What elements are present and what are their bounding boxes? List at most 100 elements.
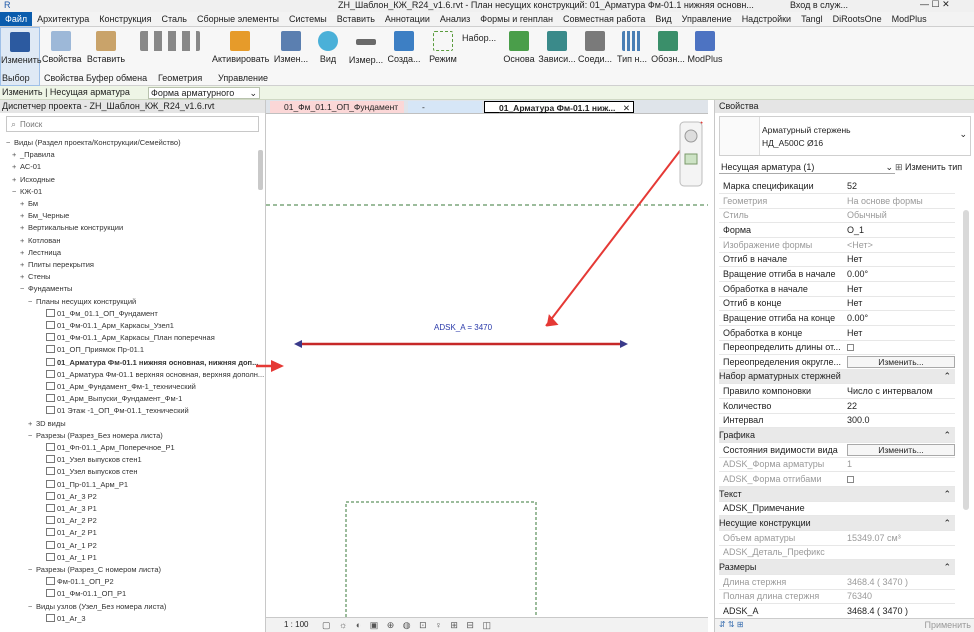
property-section-header[interactable]: Графика ⌃ [719,428,955,444]
tree-view-item[interactable]: 01_Аг_3 Р2 [46,491,97,503]
edit-button[interactable]: Изменить... [847,355,955,368]
menu-item-1[interactable]: Архитектура [32,12,94,26]
property-value[interactable]: 3468.4 ( 3470 ) [847,575,957,590]
menu-item-15[interactable]: DiRootsOne [828,12,887,26]
menu-item-4[interactable]: Сборные элементы [192,12,284,26]
collapse-icon[interactable]: ⌃ [943,428,951,443]
property-row[interactable]: Марка спецификации 52 [719,179,955,194]
tree-view-item[interactable]: 01_Аг_2 Р2 [46,515,97,527]
tree-folder-item[interactable]: + Бм [20,198,38,210]
menu-item-0[interactable]: Файл [0,12,33,26]
tree-folder-item[interactable]: + Лестница [20,247,61,259]
expand-icon[interactable]: + [28,418,36,430]
expand-icon[interactable]: + [20,247,28,259]
browser-search[interactable]: ⌕ [6,116,259,132]
tree-folder-item[interactable]: + Вертикальные конструкции [20,222,123,234]
property-row[interactable]: Количество 22 [719,399,955,414]
tree-view-item[interactable]: 01_Арматура Фм-01.1 верхняя основная, ве… [46,369,264,381]
menu-item-11[interactable]: Вид [650,12,676,26]
type-selector[interactable]: Арматурный стержень НД_А500С Ø16 ⌄ [719,116,971,156]
property-value[interactable]: Нет [847,252,957,267]
expand-icon[interactable]: + [20,210,28,222]
property-section-header[interactable]: Несущие конструкции ⌃ [719,515,955,531]
rebar-end-handle[interactable] [620,340,628,348]
property-value[interactable]: Нет [847,296,957,311]
property-row[interactable]: Объем арматуры 15349.07 см³ [719,531,955,546]
expand-icon[interactable]: + [12,161,20,173]
menu-item-3[interactable]: Сталь [157,12,192,26]
menu-item-6[interactable]: Вставить [332,12,380,26]
edit-type-button[interactable]: ⊞ Изменить тип [895,160,962,174]
tree-folder-item[interactable]: + Бм_Черные [20,210,69,222]
property-value[interactable]: Нет [847,326,957,341]
tree-view-item[interactable]: 01_Аг_2 Р1 [46,527,97,539]
tree-view-item[interactable]: 01_Арматура Фм-01.1 нижняя основная, ниж… [46,357,258,369]
property-value[interactable]: 0.00° [847,311,957,326]
rebar-start-handle[interactable] [294,340,302,348]
tab-dash[interactable]: - [408,101,482,113]
property-row[interactable]: ADSK_Форма арматуры 1 [719,457,957,473]
tree-view-item[interactable]: 01_Узел выпусков стен [46,466,137,478]
property-row[interactable]: Отгиб в конце Нет [719,296,957,312]
property-row[interactable]: Стиль Обычный [719,208,957,224]
sort-icons[interactable]: ⇵ ⇅ ⊞ [719,620,744,629]
tree-view-item[interactable]: 01_Арм_Выпуски_Фундамент_Фм-1 [46,393,182,405]
steering-wheel-icon[interactable] [684,129,698,143]
property-value[interactable]: 300.0 [847,413,957,428]
tree-folder-item[interactable]: − Виды (Раздел проекта/Конструкции/Семейс… [6,137,181,149]
tree-view-item[interactable]: 01_Аг_1 Р1 [46,552,97,564]
collapse-icon[interactable]: − [6,137,14,149]
collapse-icon[interactable]: ⌃ [943,369,951,384]
checkbox[interactable] [847,476,854,483]
tree-view-item[interactable]: 01_Фм-01.1_ОП_Р1 [46,588,126,600]
property-row[interactable]: Вращение отгиба на конце 0.00° [719,311,955,326]
property-value[interactable]: 76340 [847,589,957,604]
tree-view-item[interactable]: 01_Фм-01.1_Арм_Каркасы_План поперечная [46,332,215,344]
tree-view-item[interactable]: 01_Фм_01.1_ОП_Фундамент [46,308,158,320]
property-row[interactable]: Геометрия На основе формы [719,194,955,209]
login-link[interactable]: Вход в служ... [790,0,848,10]
tree-folder-item[interactable]: − Виды узлов (Узел_Без номера листа) [28,601,166,613]
property-row[interactable]: ADSK_Примечание [719,501,955,517]
tree-folder-item[interactable]: + Исходные [12,174,55,186]
search-input[interactable] [20,119,221,129]
tree-folder-item[interactable]: − Разрезы (Разрез_Без номера листа) [28,430,163,442]
property-row[interactable]: Полная длина стержня 76340 [719,589,957,605]
property-row[interactable]: Отгиб в начале Нет [719,252,957,268]
property-row[interactable]: Обработка в конце Нет [719,326,955,341]
tree-folder-item[interactable]: + _Правила [12,149,55,161]
tree-view-item[interactable]: 01 Этаж -1_ОП_Фм-01.1_технический [46,405,189,417]
collapse-icon[interactable]: − [20,283,28,295]
collapse-icon[interactable]: ⌃ [943,487,951,502]
zoom-icon[interactable] [684,153,698,165]
tree-folder-item[interactable]: +3D виды [28,418,66,430]
tree-folder-item[interactable]: − Фундаменты [20,283,72,295]
tree-folder-item[interactable]: − КЖ-01 [12,186,42,198]
tree-view-item[interactable]: 01_Фм-01.1_Арм_Каркасы_Узел1 [46,320,174,332]
property-value[interactable]: 52 [847,179,957,194]
property-value[interactable]: Обычный [847,208,957,223]
apply-button[interactable]: Применить [924,620,971,630]
close-icon[interactable]: ✕ [623,102,630,114]
tree-view-item[interactable]: 01_Арм_Фундамент_Фм-1_технический [46,381,196,393]
properties-scrollbar[interactable] [963,210,969,510]
tree-folder-item[interactable]: − Планы несущих конструкций [28,296,136,308]
property-row[interactable]: Обработка в начале Нет [719,282,955,297]
property-section-header[interactable]: Размеры ⌃ [719,559,955,575]
menu-item-13[interactable]: Надстройки [737,12,796,26]
scale-label[interactable]: 1 : 100 [284,618,308,632]
property-row[interactable]: Форма О_1 [719,223,955,238]
menu-item-9[interactable]: Формы и генплан [475,12,558,26]
menu-item-8[interactable]: Анализ [435,12,475,26]
menu-item-12[interactable]: Управление [677,12,737,26]
tree-view-item[interactable]: 01_Фп-01.1_Арм_Поперечное_Р1 [46,442,175,454]
property-value[interactable]: 1 [847,457,957,472]
property-row[interactable]: Состояния видимости вида Изменить... [719,443,955,458]
tab-active-rebar[interactable]: 01_Арматура Фм-01.1 ниж... ✕ [484,101,634,113]
expand-icon[interactable]: + [20,222,28,234]
property-row[interactable]: ADSK_A 3468.4 ( 3470 ) [719,604,955,619]
instance-filter[interactable]: Несущая арматура (1) ⌄ [719,160,895,174]
property-row[interactable]: Интервал 300.0 [719,413,957,429]
window-controls[interactable]: — ☐ ✕ [920,0,950,10]
expand-icon[interactable]: + [12,174,20,186]
